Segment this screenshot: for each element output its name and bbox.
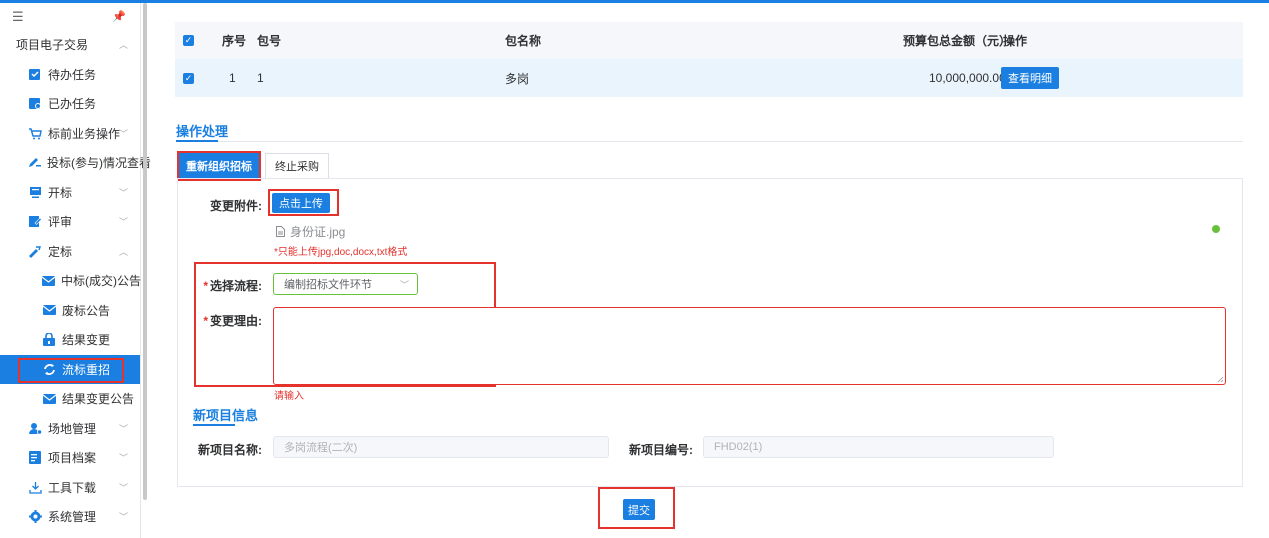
sidebar-item-system[interactable]: 系统管理 ﹀: [0, 502, 140, 532]
sidebar-item-archive[interactable]: 项目档案 ﹀: [0, 443, 140, 473]
table-row[interactable]: ✓ 1 1 多岗 10,000,000.00 查看明细: [175, 59, 1243, 97]
sidebar-scrollbar[interactable]: [143, 3, 147, 500]
reason-label: * 变更理由:: [203, 314, 262, 328]
chevron-up-icon: ︿: [118, 40, 128, 51]
tab-terminate-procurement[interactable]: 终止采购: [265, 153, 329, 179]
new-project-name-input: 多岗流程(二次): [273, 436, 609, 458]
highlight-box-submit: [598, 487, 675, 529]
file-icon: [276, 226, 285, 237]
table-header: ✓ 序号 包号 包名称 预算包总金额（元） 操作: [175, 22, 1243, 59]
sidebar-item-pre-bid[interactable]: 标前业务操作 ﹀: [0, 119, 140, 149]
cell-budget: 10,000,000.00: [929, 71, 1006, 85]
col-index: 序号: [222, 34, 247, 48]
process-select-value: 编制招标文件环节: [284, 279, 372, 291]
attachment-label: 变更附件:: [210, 199, 262, 213]
sidebar-item-venue[interactable]: 场地管理 ﹀: [0, 414, 140, 444]
process-label: * 选择流程:: [203, 279, 262, 293]
col-action: 操作: [1003, 34, 1028, 48]
reason-error: 请输入: [274, 391, 304, 402]
process-select[interactable]: 编制招标文件环节 ﹀: [273, 273, 418, 295]
chevron-down-icon: ﹀: [118, 423, 128, 434]
operation-section-title: 操作处理: [176, 124, 229, 139]
cell-package-no: 1: [257, 71, 264, 85]
format-hint: *只能上传jpg,doc,docx,txt格式: [274, 247, 408, 258]
sidebar-item-download[interactable]: 工具下载 ﹀: [0, 473, 140, 503]
mail-icon: [42, 392, 56, 406]
sidebar-item-result-change-notice[interactable]: 结果变更公告: [0, 384, 140, 414]
user-group-icon: [28, 421, 42, 435]
sidebar-item-result-change[interactable]: 结果变更: [0, 325, 140, 355]
menu-toggle-icon[interactable]: ☰: [12, 9, 24, 25]
col-package-name: 包名称: [505, 34, 542, 48]
mail-icon: [42, 303, 56, 317]
sidebar-item-award[interactable]: 定标 ︿: [0, 237, 140, 267]
cell-index: 1: [229, 71, 236, 85]
highlight-box-rebid: [18, 358, 124, 383]
new-project-code-label: 新项目编号:: [629, 443, 693, 457]
chevron-down-icon: ﹀: [118, 128, 128, 139]
new-project-section-title: 新项目信息: [193, 408, 259, 423]
sidebar-item-bid-opening[interactable]: 开标 ﹀: [0, 178, 140, 208]
chevron-down-icon: ﹀: [118, 217, 128, 228]
sidebar-item-done[interactable]: 已办任务: [0, 89, 140, 119]
resize-handle-icon[interactable]: [1217, 376, 1224, 383]
cart-icon: [28, 126, 42, 140]
chevron-down-icon: ﹀: [118, 482, 128, 493]
section-title-underline: [176, 140, 218, 142]
gear-icon: [28, 510, 42, 524]
new-project-code-input: FHD02(1): [703, 436, 1054, 458]
sidebar-item-bid-view[interactable]: 投标(参与)情况查看: [0, 148, 151, 178]
chevron-down-icon: ﹀: [118, 512, 128, 523]
mail-icon: [42, 274, 55, 288]
chevron-up-icon: ︿: [118, 246, 128, 257]
sidebar: ☰ 📌 项目电子交易 ︿ 待办任务 已办任务 标前业务操作 ﹀ 投标(参与)情况…: [0, 3, 151, 538]
upload-success-icon: [1212, 225, 1220, 233]
highlight-box-upload: [268, 189, 339, 216]
col-package-no: 包号: [257, 34, 282, 48]
cell-package-name: 多岗: [505, 71, 530, 86]
archive-icon: [28, 451, 42, 465]
review-icon: [28, 215, 42, 229]
package-table: ✓ 序号 包号 包名称 预算包总金额（元） 操作 ✓ 1 1 多岗 10,000…: [175, 22, 1243, 97]
lock-icon: [42, 333, 56, 347]
done-icon: [28, 97, 42, 111]
new-project-name-label: 新项目名称:: [198, 443, 262, 457]
col-budget: 预算包总金额（元）: [903, 34, 1012, 48]
download-icon: [28, 480, 42, 494]
section-divider: [176, 141, 1243, 142]
sidebar-item-void-notice[interactable]: 废标公告: [0, 296, 140, 326]
pen-icon: [28, 156, 41, 170]
chevron-down-icon: ﹀: [399, 279, 409, 290]
top-accent-bar: [0, 0, 1269, 3]
view-detail-button[interactable]: 查看明细: [1001, 67, 1059, 89]
row-checkbox[interactable]: ✓: [183, 72, 194, 84]
chevron-down-icon: ﹀: [118, 187, 128, 198]
select-all-checkbox[interactable]: ✓: [183, 35, 194, 46]
sidebar-toolbar: ☰ 📌: [0, 3, 140, 30]
highlight-box-tab: [177, 151, 261, 181]
file-name: 身份证.jpg: [290, 225, 346, 239]
chevron-down-icon: ﹀: [118, 453, 128, 464]
pin-icon[interactable]: 📌: [112, 10, 126, 23]
monitor-icon: [28, 185, 42, 199]
sidebar-item-award-notice[interactable]: 中标(成交)公告: [0, 266, 141, 296]
new-project-title-underline: [193, 424, 235, 426]
sidebar-item-review[interactable]: 评审 ﹀: [0, 207, 140, 237]
uploaded-file[interactable]: 身份证.jpg: [276, 223, 345, 240]
sidebar-item-todo[interactable]: 待办任务: [0, 60, 140, 90]
sidebar-item-project-trade[interactable]: 项目电子交易 ︿: [0, 30, 140, 60]
reason-textarea[interactable]: [273, 307, 1226, 385]
award-icon: [28, 244, 42, 258]
todo-icon: [28, 67, 42, 81]
